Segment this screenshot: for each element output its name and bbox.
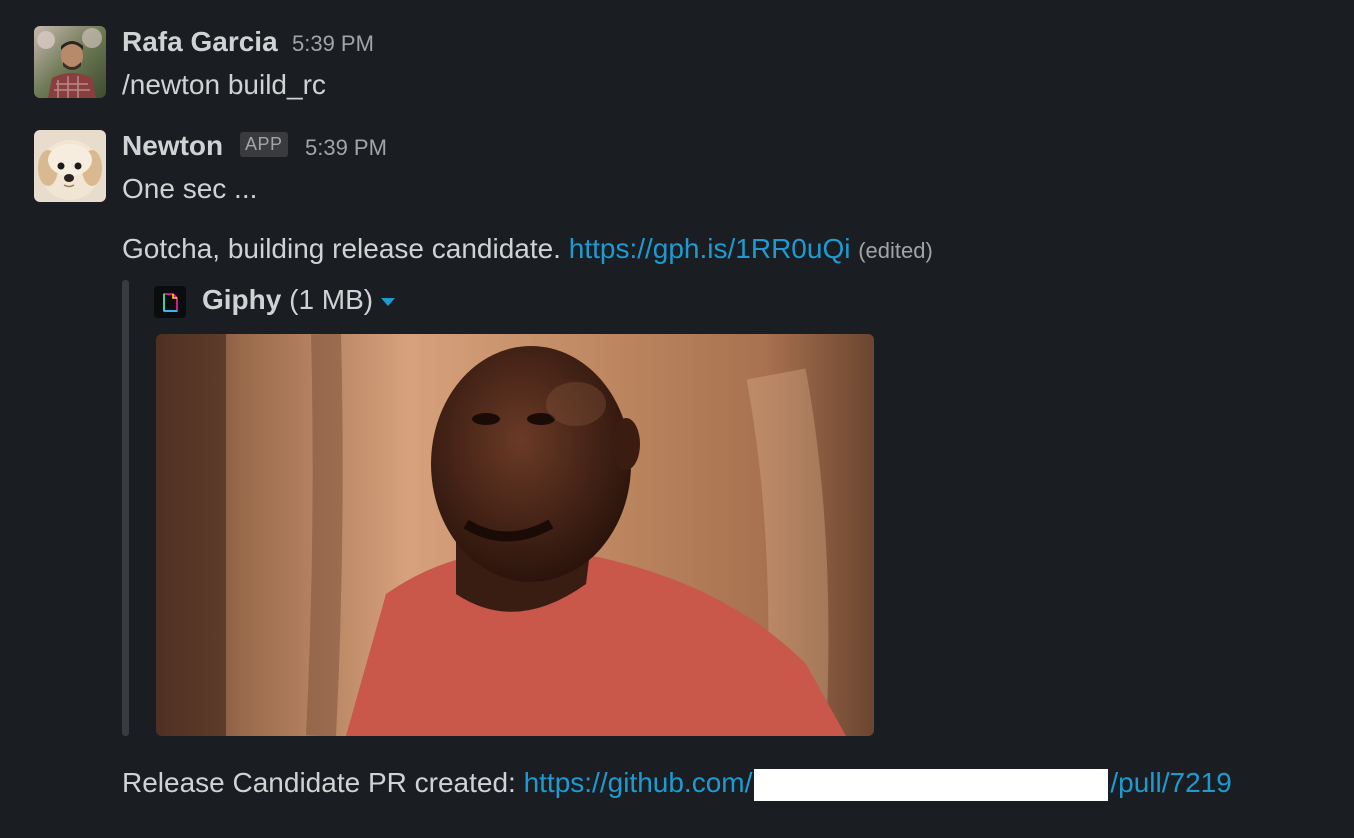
message-text: /newton build_rc [122, 69, 326, 100]
author-name[interactable]: Newton [122, 130, 223, 162]
attachment-size: (1 MB) [289, 284, 374, 315]
attachment-title[interactable]: Giphy (1 MB) [202, 284, 396, 316]
author-name[interactable]: Rafa Garcia [122, 26, 278, 58]
edited-label: (edited) [858, 238, 933, 263]
timestamp[interactable]: 5:39 PM [305, 135, 387, 161]
timestamp[interactable]: 5:39 PM [292, 31, 374, 57]
attachment-bar [122, 280, 129, 736]
app-badge: APP [240, 132, 288, 157]
followup-text: Gotcha, building release candidate. [122, 233, 569, 264]
redacted-block [754, 768, 1109, 801]
pr-text: Release Candidate PR created: [122, 767, 524, 798]
message-text: One sec ... [122, 173, 258, 204]
pr-link-prefix[interactable]: https://github.com/ [524, 767, 753, 798]
giphy-link[interactable]: https://gph.is/1RR0uQi [569, 233, 851, 264]
message-pr: Release Candidate PR created: https://gi… [122, 767, 1232, 801]
giphy-image[interactable] [156, 334, 874, 736]
avatar[interactable] [34, 26, 106, 98]
message-followup: Gotcha, building release candidate. http… [122, 233, 933, 265]
file-icon [154, 286, 186, 318]
attachment-name[interactable]: Giphy [202, 284, 281, 315]
avatar[interactable] [34, 130, 106, 202]
pr-link-suffix[interactable]: /pull/7219 [1110, 767, 1231, 798]
chevron-down-icon[interactable] [381, 297, 396, 306]
